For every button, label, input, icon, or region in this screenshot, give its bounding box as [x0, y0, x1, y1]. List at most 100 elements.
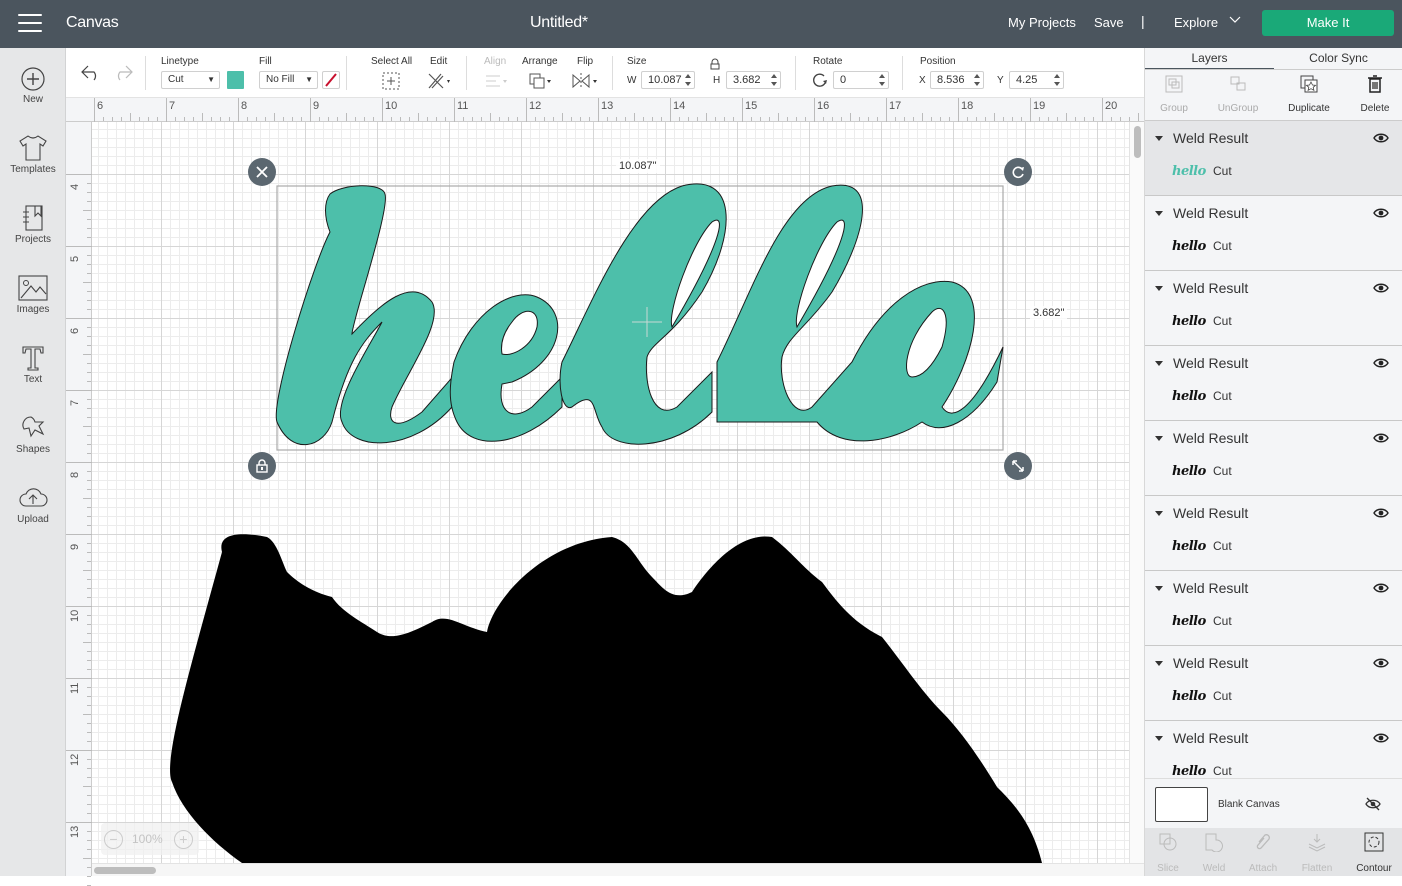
align-icon[interactable] [484, 72, 510, 90]
rotate-stepper[interactable] [879, 74, 885, 86]
collapse-triangle-icon[interactable] [1155, 286, 1163, 291]
eye-icon[interactable] [1373, 582, 1389, 594]
x-position-input[interactable]: 8.536 [930, 71, 984, 89]
sidebar-label: Shapes [16, 444, 50, 455]
layer-row[interactable]: Weld Result hello Cut [1145, 121, 1402, 196]
rotate-input[interactable]: 0 [833, 71, 889, 89]
eye-icon[interactable] [1373, 432, 1389, 444]
eye-hidden-icon[interactable] [1365, 797, 1381, 811]
chevron-down-icon[interactable] [1229, 13, 1241, 25]
zoom-out-button[interactable]: − [104, 830, 123, 849]
ruler-tick-label: 12 [529, 100, 542, 112]
layer-row[interactable]: Weld Result hello Cut [1145, 421, 1402, 496]
ruler-minor-tick [832, 117, 833, 121]
fill-color-swatch[interactable] [322, 71, 340, 89]
design-canvas[interactable]: 10.087" 3.682" [92, 122, 1129, 863]
eye-icon[interactable] [1373, 507, 1389, 519]
layer-row[interactable]: Weld Result hello Cut [1145, 646, 1402, 721]
eye-icon[interactable] [1373, 357, 1389, 369]
collapse-triangle-icon[interactable] [1155, 436, 1163, 441]
rotate-handle[interactable] [1004, 158, 1032, 186]
width-input[interactable]: 10.087 [641, 71, 695, 89]
ruler-major-tick [382, 98, 383, 122]
collapse-triangle-icon[interactable] [1155, 136, 1163, 141]
layer-row[interactable]: Weld Result hello Cut [1145, 196, 1402, 271]
my-projects-link[interactable]: My Projects [1008, 15, 1076, 30]
delete-handle[interactable] [248, 158, 276, 186]
horizontal-scroll-thumb[interactable] [94, 867, 156, 874]
save-link[interactable]: Save [1094, 15, 1124, 30]
edit-tools-icon[interactable] [426, 71, 454, 91]
collapse-triangle-icon[interactable] [1155, 211, 1163, 216]
group-button[interactable]: Group [1142, 74, 1206, 114]
collapse-triangle-icon[interactable] [1155, 361, 1163, 366]
undo-icon[interactable] [80, 64, 102, 82]
lock-handle[interactable] [248, 452, 276, 480]
zoom-in-button[interactable]: + [174, 830, 193, 849]
layer-row[interactable]: Weld Result hello Cut [1145, 721, 1402, 778]
eye-icon[interactable] [1373, 282, 1389, 294]
eye-icon[interactable] [1373, 657, 1389, 669]
ruler-minor-tick [87, 300, 91, 301]
flatten-button[interactable]: Flatten [1292, 832, 1342, 874]
collapse-triangle-icon[interactable] [1155, 511, 1163, 516]
tab-layers[interactable]: Layers [1145, 48, 1274, 70]
layer-row[interactable]: Weld Result hello Cut [1145, 496, 1402, 571]
resize-handle[interactable] [1004, 452, 1032, 480]
vertical-scrollbar[interactable] [1129, 122, 1144, 863]
layer-type: Cut [1213, 239, 1232, 253]
height-stepper[interactable] [771, 74, 777, 86]
y-position-input[interactable]: 4.25 [1009, 71, 1064, 89]
duplicate-button[interactable]: Duplicate [1277, 74, 1341, 114]
redo-icon[interactable] [112, 64, 134, 82]
document-title[interactable]: Untitled* [530, 14, 588, 32]
layer-row[interactable]: Weld Result hello Cut [1145, 271, 1402, 346]
layer-row[interactable]: Weld Result hello Cut [1145, 571, 1402, 646]
collapse-triangle-icon[interactable] [1155, 661, 1163, 666]
sidebar-item-templates[interactable]: Templates [0, 134, 66, 175]
eye-icon[interactable] [1373, 732, 1389, 744]
weld-button[interactable]: Weld [1189, 832, 1239, 874]
sidebar-item-shapes[interactable]: Shapes [0, 414, 66, 455]
flip-icon[interactable] [570, 71, 600, 91]
y-stepper[interactable] [1054, 74, 1060, 86]
ruler-minor-tick [1057, 117, 1058, 121]
black-weld-silhouette[interactable] [170, 534, 1043, 863]
layer-row[interactable]: Weld Result hello Cut [1145, 346, 1402, 421]
linetype-color-swatch[interactable] [227, 71, 244, 89]
slice-button[interactable]: Slice [1143, 832, 1193, 874]
arrange-icon[interactable] [527, 71, 555, 91]
eye-icon[interactable] [1373, 207, 1389, 219]
fill-select[interactable]: No Fill ▼ [259, 71, 318, 89]
collapse-triangle-icon[interactable] [1155, 586, 1163, 591]
lock-ratio-icon[interactable] [709, 58, 721, 70]
linetype-select[interactable]: Cut ▼ [161, 71, 220, 89]
make-it-button[interactable]: Make It [1262, 10, 1394, 36]
sidebar-item-text[interactable]: Text [0, 344, 66, 385]
blank-canvas-swatch[interactable] [1155, 787, 1208, 822]
eye-icon[interactable] [1373, 132, 1389, 144]
collapse-triangle-icon[interactable] [1155, 736, 1163, 741]
width-stepper[interactable] [685, 74, 691, 86]
sidebar-item-images[interactable]: Images [0, 274, 66, 315]
sidebar-item-upload[interactable]: Upload [0, 484, 66, 525]
hello-weld-shape[interactable] [275, 183, 1004, 445]
explore-link[interactable]: Explore [1174, 15, 1218, 30]
horizontal-scrollbar[interactable] [92, 863, 1144, 876]
height-input[interactable]: 3.682 [726, 71, 781, 89]
hamburger-menu-icon[interactable] [18, 14, 42, 34]
sidebar-item-projects[interactable]: Projects [0, 204, 66, 245]
contour-button[interactable]: Contour [1349, 832, 1399, 874]
ruler-minor-tick [87, 579, 91, 580]
tab-color-sync[interactable]: Color Sync [1274, 48, 1402, 70]
blank-canvas-row[interactable]: Blank Canvas [1145, 778, 1402, 828]
sidebar-item-new[interactable]: New [0, 66, 66, 105]
delete-button[interactable]: Delete [1343, 74, 1402, 114]
contour-icon [1364, 832, 1384, 852]
ruler-minor-tick [1084, 117, 1085, 121]
vertical-scroll-thumb[interactable] [1134, 126, 1141, 158]
attach-button[interactable]: Attach [1238, 832, 1288, 874]
select-all-icon[interactable] [381, 71, 401, 91]
x-stepper[interactable] [974, 74, 980, 86]
ungroup-button[interactable]: UnGroup [1206, 74, 1270, 114]
